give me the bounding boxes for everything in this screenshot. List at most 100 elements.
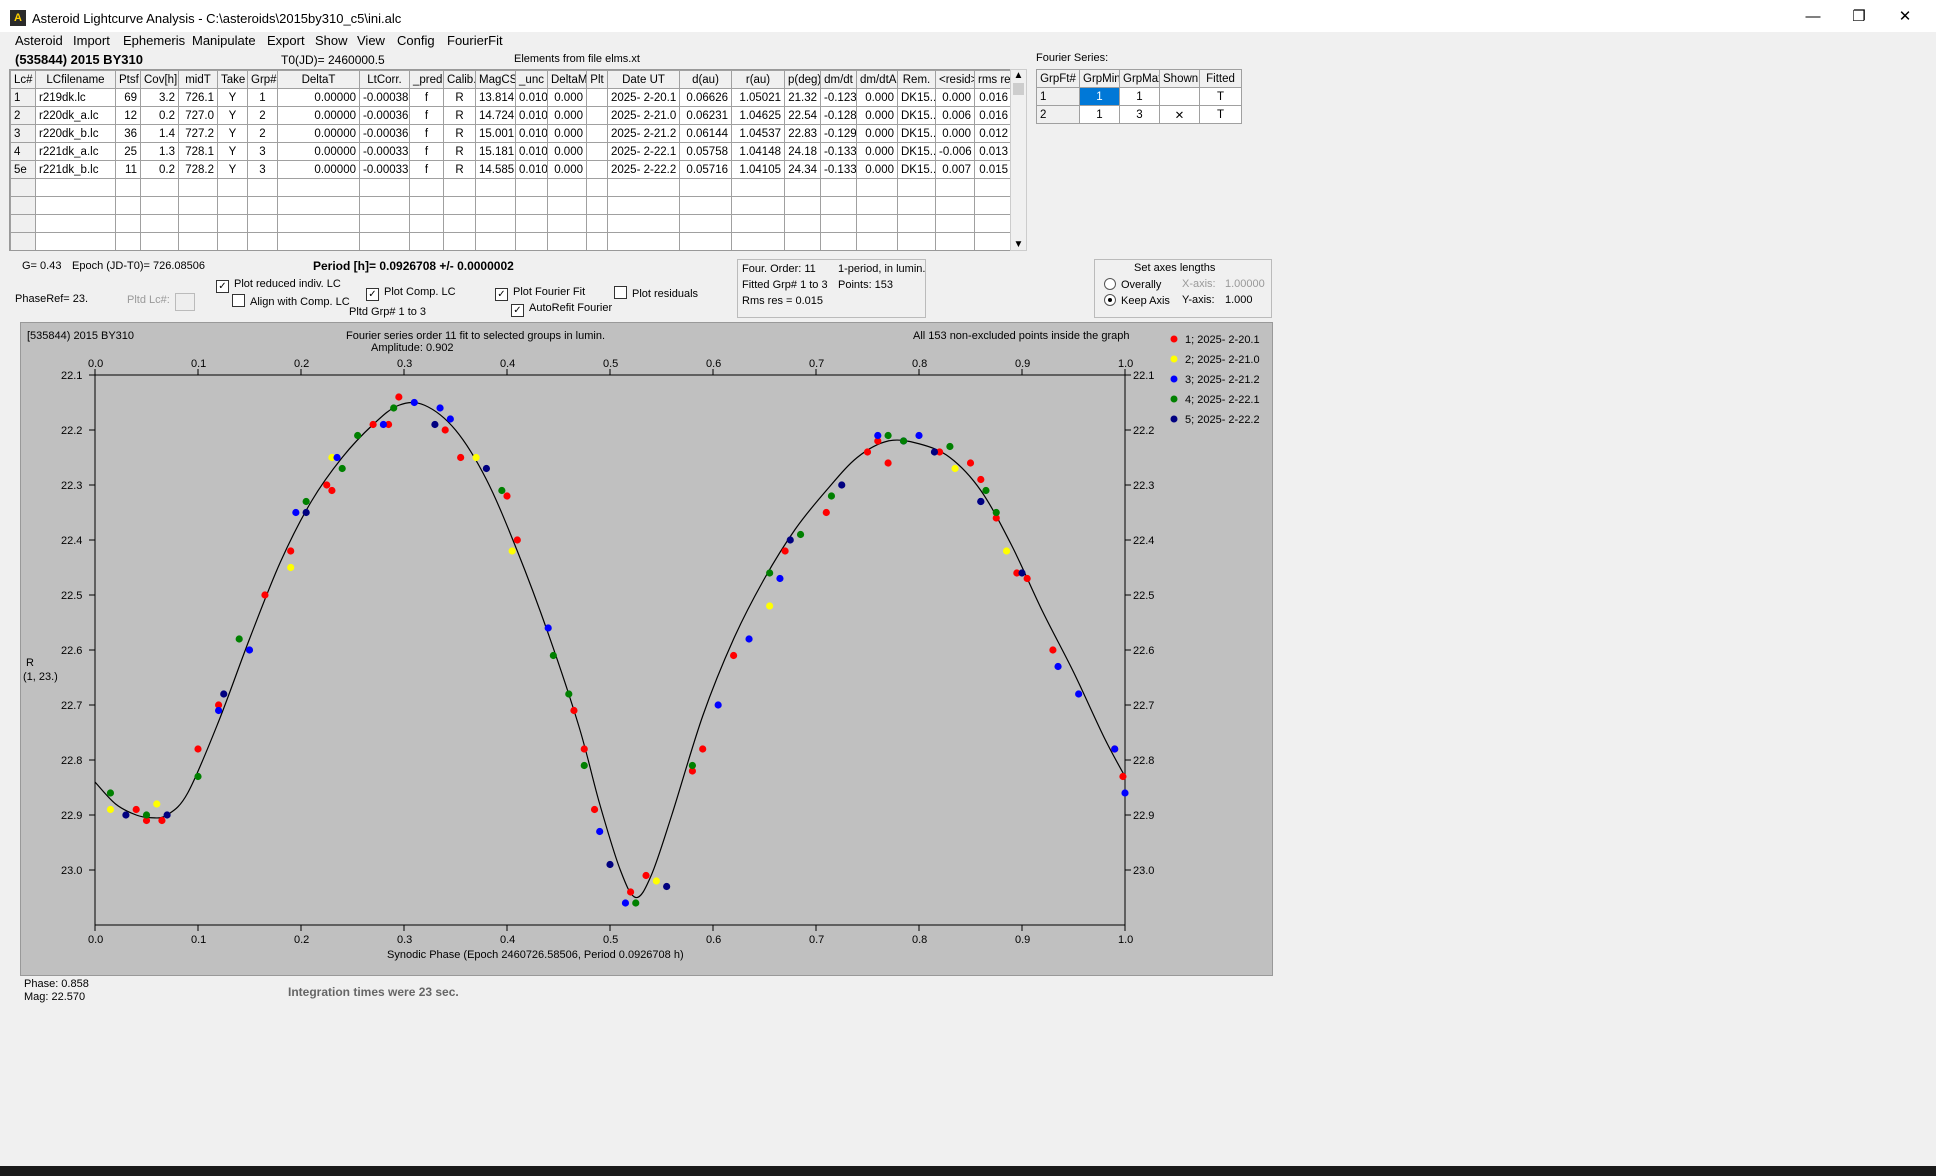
lc-row-header[interactable]: 5e [10,160,36,179]
lc-cell[interactable]: r220dk_b.lc [35,124,116,143]
lc-cell[interactable]: 14.585 [475,160,516,179]
lc-cell[interactable]: 3 [247,142,278,161]
lc-cell[interactable] [115,214,141,233]
lc-cell[interactable]: 0.000 [856,88,898,107]
minimize-button[interactable]: — [1790,0,1836,34]
fourier-table-row[interactable]: 2 1 3 ✕ T [1036,105,1242,124]
lc-cell[interactable]: R [443,124,476,143]
lc-cell[interactable]: R [443,160,476,179]
align-comp-checkbox[interactable]: Align with Comp. LC [232,294,350,308]
lc-cell[interactable] [140,178,179,197]
lc-cell[interactable] [409,232,444,250]
lc-table-row[interactable]: 4 r221dk_a.lc 25 1.3 728.1 Y 3 0.00000 -0.00033 f… [10,142,1011,161]
lc-cell[interactable] [856,214,898,233]
scroll-thumb[interactable] [1013,83,1024,95]
lc-col-header[interactable]: p(deg) [784,70,821,89]
fourier-cell[interactable]: 3 [1119,105,1160,124]
lc-cell[interactable]: 0.000 [935,88,975,107]
lc-cell[interactable] [515,178,548,197]
menu-import[interactable]: Import [73,33,110,48]
lc-cell[interactable] [731,196,785,215]
lc-cell[interactable] [679,178,732,197]
lc-cell[interactable] [475,214,516,233]
lc-cell[interactable] [178,214,218,233]
lc-cell[interactable] [547,232,587,250]
lc-cell[interactable] [607,178,680,197]
lc-cell[interactable]: f [409,124,444,143]
lc-row-header[interactable]: 3 [10,124,36,143]
lc-cell[interactable]: 22.54 [784,106,821,125]
lc-cell[interactable] [277,214,360,233]
fourier-table-row[interactable]: 111T [1036,87,1242,106]
lc-cell[interactable]: 3.2 [140,88,179,107]
autorefit-checkbox[interactable]: ✓ AutoRefit Fourier [511,302,612,317]
lc-cell[interactable] [935,178,975,197]
lc-cell[interactable] [784,196,821,215]
lc-cell[interactable]: 0.010 [515,88,548,107]
lc-cell[interactable]: -0.00036 [359,106,410,125]
lc-cell[interactable]: 0.00000 [277,88,360,107]
lc-cell[interactable]: 21.32 [784,88,821,107]
lc-cell[interactable] [247,178,278,197]
lc-cell[interactable] [140,214,179,233]
lc-col-header[interactable]: DeltaM [547,70,587,89]
lc-cell[interactable] [935,196,975,215]
lc-cell[interactable]: 0.013 [974,142,1011,161]
lc-cell[interactable]: DK15.. [897,88,936,107]
lc-cell[interactable] [679,196,732,215]
lc-cell[interactable] [35,196,116,215]
lc-cell[interactable]: R [443,142,476,161]
lc-cell[interactable] [731,214,785,233]
fourier-col-header[interactable]: GrpMin [1079,69,1120,88]
lc-cell[interactable]: 2025- 2-22.2 [607,160,680,179]
fourier-cell[interactable]: 1 [1119,87,1160,106]
lc-cell[interactable] [820,232,857,250]
lc-cell[interactable]: 0.010 [515,160,548,179]
lc-cell[interactable] [140,196,179,215]
lc-col-header[interactable]: Lc# [10,70,36,89]
menu-config[interactable]: Config [397,33,435,48]
lc-cell[interactable] [178,196,218,215]
lc-cell[interactable]: 69 [115,88,141,107]
lc-cell[interactable] [475,232,516,250]
lc-cell[interactable]: 24.34 [784,160,821,179]
lc-cell[interactable]: 0.007 [935,160,975,179]
lc-row-header[interactable]: 2 [10,106,36,125]
lc-cell[interactable]: 2025- 2-22.1 [607,142,680,161]
lc-cell[interactable] [586,232,608,250]
lc-cell[interactable] [856,196,898,215]
scroll-up-arrow-icon[interactable]: ▲ [1011,70,1026,81]
lc-cell[interactable]: DK15.. [897,142,936,161]
lc-cell[interactable]: 0.006 [935,106,975,125]
menu-fourierfit[interactable]: FourierFit [447,33,503,48]
lc-cell[interactable] [607,232,680,250]
lc-cell[interactable]: 36 [115,124,141,143]
lc-cell[interactable]: 0.00000 [277,124,360,143]
lc-cell[interactable]: 2025- 2-20.1 [607,88,680,107]
lc-cell[interactable]: 0.010 [515,142,548,161]
lc-cell[interactable]: Y [217,160,248,179]
lc-cell[interactable]: 0.2 [140,160,179,179]
lc-table-scrollbar[interactable]: ▲ ▼ [1010,69,1027,251]
lc-cell[interactable]: 0.000 [547,124,587,143]
lc-cell[interactable]: f [409,160,444,179]
fourier-col-header[interactable]: Fitted [1199,69,1242,88]
lc-cell[interactable]: 0.000 [547,106,587,125]
lc-cell[interactable]: 15.181 [475,142,516,161]
lc-cell[interactable] [140,232,179,250]
lc-cell[interactable]: 0.2 [140,106,179,125]
lc-table-empty-row[interactable] [10,232,1011,250]
fourier-col-header[interactable]: GrpFt# [1036,69,1080,88]
lc-cell[interactable] [217,232,248,250]
lc-cell[interactable] [515,214,548,233]
lc-table-empty-row[interactable] [10,196,1011,215]
yaxis-value[interactable]: 1.000 [1225,294,1253,306]
lightcurve-chart[interactable]: [535844) 2015 BY310 Fourier series order… [21,323,1272,975]
lc-cell[interactable] [820,178,857,197]
lc-cell[interactable] [547,214,587,233]
lc-cell[interactable] [974,214,1011,233]
menu-asteroid[interactable]: Asteroid [15,33,63,48]
lc-cell[interactable]: Y [217,106,248,125]
lc-cell[interactable] [178,178,218,197]
lc-col-header[interactable]: Grp# [247,70,278,89]
